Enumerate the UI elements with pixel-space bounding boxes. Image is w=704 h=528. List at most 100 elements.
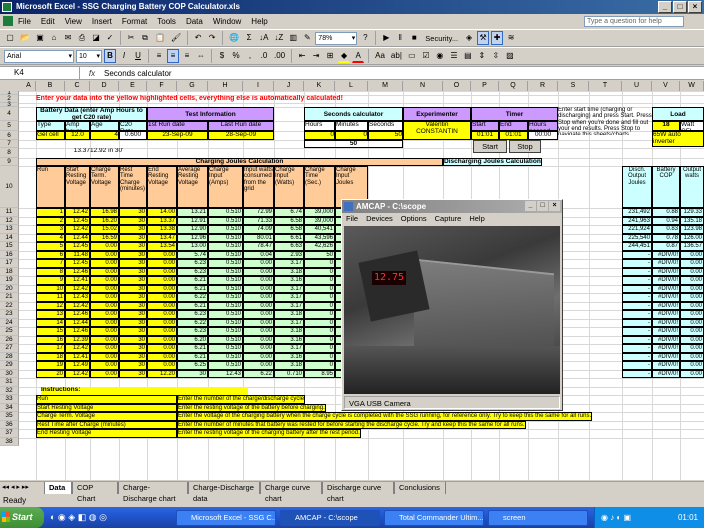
table-cell[interactable]: 12.45 bbox=[65, 216, 90, 225]
table-cell[interactable]: 30 bbox=[119, 208, 147, 217]
row-header[interactable]: 6 bbox=[0, 131, 19, 140]
battery-type-cell[interactable]: Gel cell bbox=[36, 131, 65, 140]
table-cell[interactable]: 0.00 bbox=[147, 284, 177, 293]
pause-icon[interactable]: ‖ bbox=[394, 31, 406, 45]
seconds-cell[interactable]: 50 bbox=[368, 131, 403, 140]
print-icon[interactable]: ⎙ bbox=[76, 31, 88, 45]
column-header-a[interactable]: A bbox=[22, 81, 36, 91]
minutes-cell[interactable]: 0 bbox=[335, 131, 368, 140]
table-cell[interactable]: 3.17 bbox=[274, 344, 304, 353]
table-cell[interactable]: 0.510 bbox=[208, 301, 243, 310]
charging-header[interactable]: End Resting Voltage bbox=[147, 166, 177, 208]
table-cell[interactable]: 0.00 bbox=[680, 344, 704, 353]
table-cell[interactable]: 71.33 bbox=[243, 216, 274, 225]
row-header[interactable]: 4 bbox=[0, 107, 19, 121]
table-cell[interactable]: 0 bbox=[304, 335, 335, 344]
row-header[interactable]: 19 bbox=[0, 276, 19, 285]
amcap-close-button[interactable]: × bbox=[549, 201, 560, 211]
table-cell[interactable]: 30 bbox=[119, 242, 147, 251]
help-icon[interactable]: ? bbox=[359, 31, 371, 45]
table-cell[interactable]: 3.16 bbox=[274, 276, 304, 285]
battery-age-cell[interactable]: 4 bbox=[90, 131, 119, 140]
table-cell[interactable]: 14 bbox=[36, 318, 65, 327]
table-cell[interactable]: - bbox=[622, 284, 652, 293]
discharging-section-title[interactable]: Discharging Joules Calculation bbox=[443, 158, 542, 166]
column-header-j[interactable]: J bbox=[274, 81, 304, 91]
table-cell[interactable]: 225,540 bbox=[622, 233, 652, 242]
table-cell[interactable]: 12.45 bbox=[65, 242, 90, 251]
table-cell[interactable]: 30 bbox=[119, 352, 147, 361]
column-header-q[interactable]: Q bbox=[499, 81, 528, 91]
increase-indent-icon[interactable]: ⇥ bbox=[310, 49, 322, 63]
seconds-total-cell[interactable]: 50 bbox=[304, 140, 403, 148]
table-cell[interactable]: 0.510 bbox=[208, 335, 243, 344]
amcap-menu-capture[interactable]: Capture bbox=[435, 213, 462, 225]
table-cell[interactable]: 20 bbox=[36, 369, 65, 378]
table-cell[interactable]: 10 bbox=[36, 284, 65, 293]
underline-button[interactable]: U bbox=[132, 49, 144, 63]
close-button[interactable]: × bbox=[688, 1, 702, 13]
table-cell[interactable]: 0.00 bbox=[243, 293, 274, 302]
table-cell[interactable]: 30 bbox=[119, 301, 147, 310]
font-name-select[interactable]: Arial bbox=[4, 49, 74, 63]
table-cell[interactable]: 0 bbox=[304, 344, 335, 353]
discharging-header[interactable]: Output watts bbox=[680, 166, 704, 208]
table-cell[interactable]: #DIV/0! bbox=[652, 284, 680, 293]
run-icon[interactable]: ▶ bbox=[380, 31, 392, 45]
table-cell[interactable]: 0.510 bbox=[208, 233, 243, 242]
table-cell[interactable]: 30 bbox=[119, 250, 147, 259]
table-cell[interactable]: - bbox=[622, 327, 652, 336]
amcap-menu-devices[interactable]: Devices bbox=[366, 213, 393, 225]
table-cell[interactable]: 13.38 bbox=[147, 225, 177, 234]
decrease-decimal-icon[interactable]: .00 bbox=[272, 49, 287, 63]
table-cell[interactable]: #DIV/0! bbox=[652, 293, 680, 302]
charging-header[interactable]: Charge Term. Voltage bbox=[90, 166, 119, 208]
row-header[interactable]: 24 bbox=[0, 318, 19, 327]
table-cell[interactable]: - bbox=[622, 352, 652, 361]
table-cell[interactable]: 3.18 bbox=[274, 327, 304, 336]
table-cell[interactable]: #DIV/0! bbox=[652, 259, 680, 268]
table-cell[interactable]: 17 bbox=[36, 344, 65, 353]
table-cell[interactable]: 16.98 bbox=[90, 208, 119, 217]
table-cell[interactable]: 3.18 bbox=[274, 267, 304, 276]
start-button[interactable]: Start bbox=[0, 507, 44, 528]
table-cell[interactable]: 0.78 bbox=[652, 233, 680, 242]
table-cell[interactable]: 0 bbox=[304, 361, 335, 370]
row-header[interactable]: 23 bbox=[0, 310, 19, 319]
table-cell[interactable]: 0.00 bbox=[147, 318, 177, 327]
column-header-k[interactable]: K bbox=[304, 81, 335, 91]
hours-cell[interactable]: 0 bbox=[304, 131, 335, 140]
experimenter-name[interactable]: Valentin CONSTANTIN bbox=[403, 121, 471, 140]
sheet-tab-data[interactable]: Data bbox=[44, 482, 72, 494]
column-header-f[interactable]: F bbox=[147, 81, 177, 91]
table-cell[interactable]: 12.49 bbox=[65, 361, 90, 370]
table-cell[interactable]: 0 bbox=[304, 301, 335, 310]
table-cell[interactable]: 6.63 bbox=[274, 242, 304, 251]
table-cell[interactable]: 12.91 bbox=[177, 216, 208, 225]
table-cell[interactable]: 6.23 bbox=[177, 327, 208, 336]
table-cell[interactable]: 221,924 bbox=[622, 225, 652, 234]
formula-input[interactable]: Seconds calculator bbox=[104, 69, 172, 78]
table-cell[interactable]: 0.00 bbox=[147, 301, 177, 310]
function-icon[interactable]: fx bbox=[80, 69, 104, 78]
save-icon[interactable]: ▣ bbox=[34, 31, 46, 45]
column-header-v[interactable]: V bbox=[652, 81, 680, 91]
table-cell[interactable]: 11.48 bbox=[65, 250, 90, 259]
table-cell[interactable]: 30 bbox=[119, 284, 147, 293]
table-cell[interactable]: 3 bbox=[36, 225, 65, 234]
visual-basic-icon[interactable]: ≋ bbox=[505, 31, 517, 45]
table-cell[interactable]: 12.20 bbox=[147, 369, 177, 378]
table-cell[interactable]: 12.43 bbox=[65, 293, 90, 302]
table-cell[interactable]: 39,000 bbox=[304, 216, 335, 225]
table-cell[interactable]: 13.47 bbox=[147, 233, 177, 242]
row-header[interactable]: 5 bbox=[0, 121, 19, 131]
banner-text[interactable]: Enter your data into the yellow highligh… bbox=[36, 95, 343, 103]
table-cell[interactable]: 30 bbox=[119, 318, 147, 327]
table-cell[interactable]: 9 bbox=[36, 276, 65, 285]
row-header[interactable]: 37 bbox=[0, 429, 19, 438]
table-cell[interactable]: 30 bbox=[119, 267, 147, 276]
table-cell[interactable]: 0.00 bbox=[90, 293, 119, 302]
table-cell[interactable]: 0.00 bbox=[243, 310, 274, 319]
table-cell[interactable]: 15.02 bbox=[90, 225, 119, 234]
charging-header[interactable]: Run bbox=[36, 166, 65, 208]
